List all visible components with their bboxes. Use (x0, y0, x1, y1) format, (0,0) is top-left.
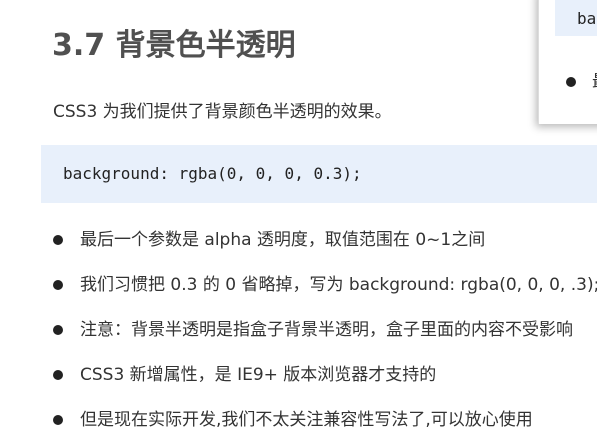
list-item-text: 注意：背景半透明是指盒子背景半透明，盒子里面的内容不受影响 (80, 320, 573, 340)
bullet-dot-icon (53, 235, 63, 245)
bullet-dot-icon (53, 325, 63, 335)
list-item-text: CSS3 新增属性，是 IE9+ 版本浏览器才支持的 (80, 365, 437, 385)
overlay-code-block: ba (555, 0, 597, 36)
overlay-code-text: ba (577, 9, 597, 28)
list-item-text: 最后一个参数是 alpha 透明度，取值范围在 0~1之间 (80, 230, 486, 250)
code-block: background: rgba(0, 0, 0, 0.3); (41, 145, 597, 203)
overlay-bullet-text: 最 (592, 70, 597, 94)
overlay-window[interactable]: ba 最 (538, 0, 597, 124)
intro-paragraph: CSS3 为我们提供了背景颜色半透明的效果。 (53, 102, 392, 122)
bullet-dot-icon (53, 280, 63, 290)
bullet-dot-icon (53, 370, 63, 380)
bullet-dot-icon (53, 415, 63, 425)
page-title: 3.7 背景色半透明 (52, 28, 296, 63)
list-item-text: 但是现在实际开发,我们不太关注兼容性写法了,可以放心使用 (80, 410, 533, 430)
list-item-text: 我们习惯把 0.3 的 0 省略掉，写为 background: rgba(0,… (80, 275, 597, 295)
code-text: background: rgba(0, 0, 0, 0.3); (63, 164, 362, 183)
bullet-dot-icon (566, 77, 576, 87)
